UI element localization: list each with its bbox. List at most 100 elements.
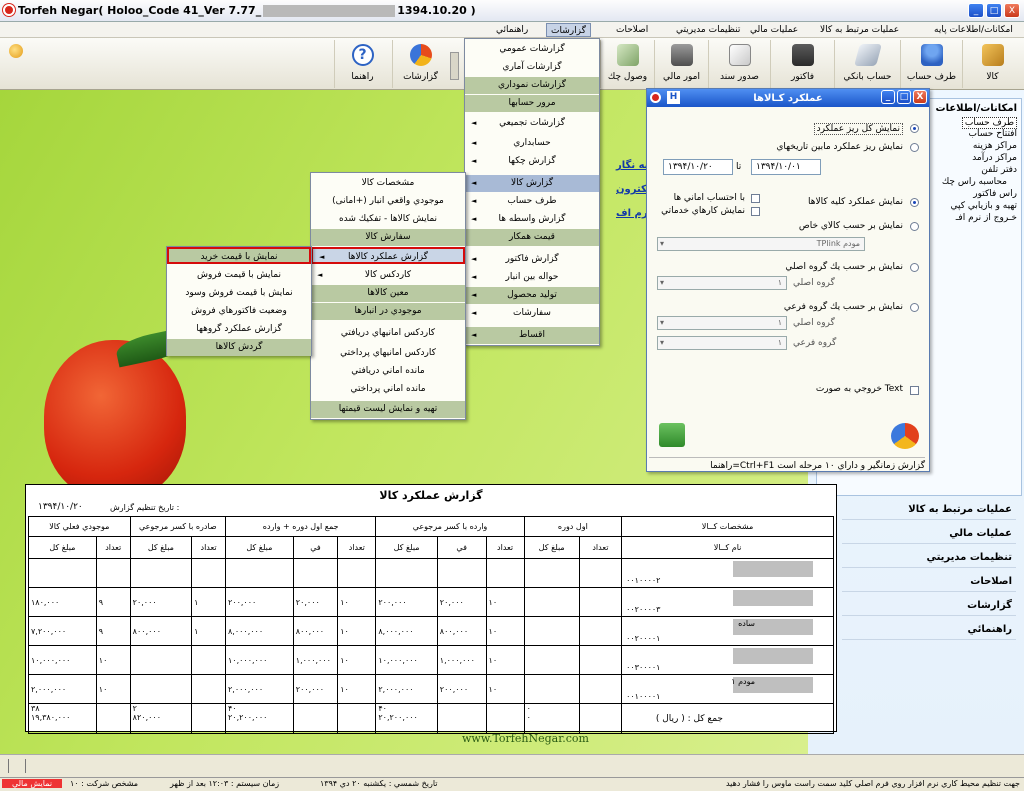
maximize-button[interactable]: □ bbox=[986, 3, 1002, 18]
nav-help[interactable]: راهنمائي bbox=[842, 620, 1016, 640]
menu-goods-breakdown[interactable]: نمايش کالاها - تفکيك شده bbox=[311, 211, 465, 228]
radio-all-goods[interactable] bbox=[910, 198, 919, 207]
checkbox-include-consign[interactable] bbox=[751, 194, 760, 203]
run-report-button[interactable] bbox=[891, 423, 919, 449]
item-code: ۰۰۲۰۰۰۰۱ bbox=[626, 634, 661, 643]
menu-party[interactable]: ◄ طرف حساب bbox=[465, 193, 599, 210]
status-scroll-handle[interactable] bbox=[8, 759, 26, 773]
menu-sale-invoices-status[interactable]: وضعيت فاكتورهاي فروش bbox=[167, 303, 311, 320]
menu-received-consign-cardex[interactable]: کاردکس امانيهاي دريافتي bbox=[311, 325, 465, 342]
menu-orders[interactable]: ◄ سفارشات bbox=[465, 305, 599, 322]
menu-corrections[interactable]: اصلاحات bbox=[612, 23, 652, 37]
tree-item-open-account[interactable]: افتتاح حساب bbox=[969, 129, 1017, 139]
menu-goods-flow[interactable]: گردش کالاها bbox=[167, 339, 311, 356]
menu-chart-reports[interactable]: گزارشات نموداري bbox=[465, 77, 599, 94]
menu-goods-cardex[interactable]: ◄ کاردکس کالا bbox=[311, 267, 465, 284]
menu-statistical-reports[interactable]: گزارشات آماري bbox=[465, 59, 599, 76]
menu-show-sale-price[interactable]: نمايش با قيمت فروش bbox=[167, 267, 311, 284]
invoice-button[interactable]: فاکتور bbox=[770, 40, 834, 88]
menu-goods-ops[interactable]: عملیات مرتبط به کالا bbox=[816, 23, 903, 37]
radio-full-detail[interactable] bbox=[910, 124, 919, 133]
exit-button[interactable] bbox=[659, 423, 685, 447]
menu-show-purchase-price[interactable]: نمايش با قيمت خريد bbox=[167, 247, 311, 264]
table-cell bbox=[129, 645, 193, 675]
sub-main-group-combo[interactable]: ۱ bbox=[657, 316, 787, 330]
finance-button[interactable]: امور مالي bbox=[654, 40, 708, 88]
menu-goods-report[interactable]: ◄ گزارش کالا bbox=[465, 175, 599, 192]
table-cell: ۸۰۰,۰۰۰ bbox=[129, 616, 193, 646]
menu-warehouse-stock[interactable]: موجودي در انبارها bbox=[311, 303, 465, 320]
tree-item-income-centers[interactable]: مراکز درآمد bbox=[972, 153, 1017, 163]
menu-group-performance[interactable]: گزارش عملكرد گروهها bbox=[167, 321, 311, 338]
menu-invoice-report[interactable]: ◄ گزارش فاکتور bbox=[465, 251, 599, 268]
menu-help[interactable]: راهنمائي bbox=[492, 23, 532, 37]
menu-price-list[interactable]: تهيه و نمايش ليست قيمتها bbox=[311, 401, 465, 418]
nav-financial[interactable]: عمليات مالي bbox=[842, 524, 1016, 544]
menu-reports[interactable]: گزارشات bbox=[546, 23, 591, 37]
dialog-minimize-button[interactable]: _ bbox=[881, 90, 895, 104]
tree-item-exit[interactable]: خـروج از نرم افـ bbox=[956, 213, 1017, 223]
menu-broker-report[interactable]: ◄ گزارش واسطه ها bbox=[465, 211, 599, 228]
checkbox-show-services[interactable] bbox=[751, 207, 760, 216]
menu-management[interactable]: تنظیمات مدیریتي bbox=[672, 23, 744, 37]
date-to-input[interactable]: ۱۳۹۴/۱۰/۲۰ bbox=[663, 159, 733, 175]
close-button[interactable]: X bbox=[1004, 3, 1020, 18]
nav-corrections[interactable]: اصلاحات bbox=[842, 572, 1016, 592]
toolbar-scroll-button[interactable] bbox=[450, 52, 459, 80]
menu-general-reports[interactable]: گزارشات عمومي bbox=[465, 41, 599, 58]
menu-financial[interactable]: عملیات مالي bbox=[746, 23, 802, 37]
goods-button[interactable]: کالا bbox=[962, 40, 1022, 88]
menu-production[interactable]: ◄ توليد محصول bbox=[465, 287, 599, 304]
tree-item-backup[interactable]: تهيه و بازيابي كپي bbox=[951, 201, 1017, 211]
menu-aggregate-reports[interactable]: ◄ گزارشات تجميعي bbox=[465, 115, 599, 132]
tree-item-account[interactable]: طرف حساب bbox=[961, 117, 1017, 129]
menu-accounting[interactable]: ◄ حسابداري bbox=[465, 135, 599, 152]
menu-received-consign-balance[interactable]: مانده اماني دريافتي bbox=[311, 363, 465, 380]
tree-item-invoice-due[interactable]: راس فاکتور bbox=[973, 189, 1017, 199]
dialog-close-button[interactable]: X bbox=[913, 90, 927, 104]
desktop-link-1[interactable]: نه نگار bbox=[616, 160, 648, 171]
voucher-button[interactable]: صدور سند bbox=[708, 40, 770, 88]
cheque-button[interactable]: وصول چك bbox=[600, 40, 654, 88]
nav-management[interactable]: تنظيمات مديريتي bbox=[842, 548, 1016, 568]
menu-goods-specs[interactable]: مشخصات کالا bbox=[311, 175, 465, 192]
item-combo[interactable]: TPlink مودم bbox=[657, 237, 865, 251]
radio-date-range[interactable] bbox=[910, 143, 919, 152]
menu-show-sale-profit[interactable]: نمايش با قيمت فروش وسود bbox=[167, 285, 311, 302]
table-cell: ۱۰,۰۰۰,۰۰۰ bbox=[224, 645, 294, 675]
menu-cheque-reports[interactable]: ◄ گزارش چکها bbox=[465, 153, 599, 170]
radio-specific-item[interactable] bbox=[910, 222, 919, 231]
main-group-combo[interactable]: ۱ bbox=[657, 276, 787, 290]
menu-actual-stock[interactable]: موجودي واقعي انبار (+امانی) bbox=[311, 193, 465, 210]
menu-goods-order[interactable]: سفارش کالا bbox=[311, 229, 465, 246]
checkbox-export-text[interactable] bbox=[910, 386, 919, 395]
menu-base-info[interactable]: امکانات/اطلاعات پایه bbox=[930, 23, 1017, 37]
menu-warehouse-transfer[interactable]: ◄ حواله بين انبار bbox=[465, 269, 599, 286]
table-row: ۲,۰۰۰,۰۰۰ ۱۰ ۲,۰۰۰,۰۰۰ ۲۰۰,۰۰۰ ۱۰ ۲,۰۰۰,۰۰۰ ۲۰… bbox=[28, 674, 834, 704]
tree-item-cost-centers[interactable]: مراکز هزينه bbox=[973, 141, 1017, 151]
menu-goods-performance[interactable]: ◄ گزارش عملكرد کالاها bbox=[311, 247, 465, 264]
dialog-help-icon[interactable]: H bbox=[667, 91, 680, 104]
help-button[interactable]: ? راهنما bbox=[334, 40, 390, 88]
nav-goods-ops[interactable]: عمليات مرتبط به كالا bbox=[842, 500, 1016, 520]
item-code: ۰۰۱۰۰۰۰۲ bbox=[626, 576, 661, 585]
menu-goods-ledger[interactable]: معين کالاها bbox=[311, 285, 465, 302]
bank-account-button[interactable]: حساب بانکي bbox=[834, 40, 900, 88]
dialog-maximize-button[interactable]: □ bbox=[897, 90, 911, 104]
reports-button[interactable]: گزارشات bbox=[392, 40, 448, 88]
date-from-input[interactable]: ۱۳۹۴/۱۰/۰۱ bbox=[751, 159, 821, 175]
menu-paid-consign-balance[interactable]: مانده اماني پرداختي bbox=[311, 381, 465, 398]
menu-paid-consign-cardex[interactable]: کاردکس امانيهاي پرداختي bbox=[311, 345, 465, 362]
menu-account-review[interactable]: مرور حسابها bbox=[465, 95, 599, 112]
nav-reports[interactable]: گزارشات bbox=[842, 596, 1016, 616]
chart-icon bbox=[409, 44, 432, 66]
account-button[interactable]: طرف حساب bbox=[900, 40, 962, 88]
tree-item-cheque-calc[interactable]: محاسبه راس چك bbox=[942, 177, 1007, 187]
tree-item-phonebook[interactable]: دفتر تلفن bbox=[981, 165, 1017, 175]
sub-group-combo[interactable]: ۱ bbox=[657, 336, 787, 350]
radio-sub-group[interactable] bbox=[910, 303, 919, 312]
radio-main-group[interactable] bbox=[910, 263, 919, 272]
minimize-button[interactable]: _ bbox=[968, 3, 984, 18]
menu-partner-price[interactable]: قيمت همکار bbox=[465, 229, 599, 246]
menu-installments[interactable]: ◄ اقساط bbox=[465, 327, 599, 344]
